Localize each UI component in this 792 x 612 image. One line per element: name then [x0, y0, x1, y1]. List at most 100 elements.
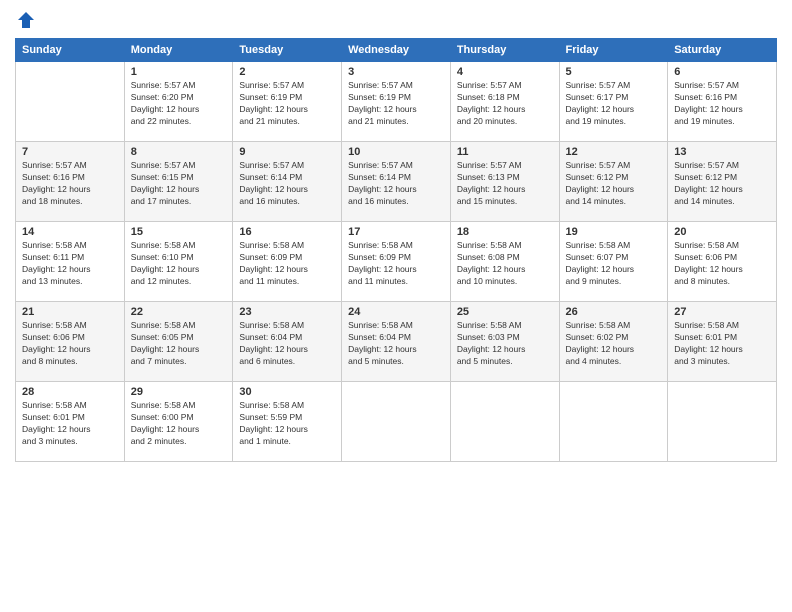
day-number: 29 — [131, 386, 227, 398]
day-info: Sunrise: 5:58 AM Sunset: 6:11 PM Dayligh… — [22, 240, 118, 288]
calendar-cell: 20 Sunrise: 5:58 AM Sunset: 6:06 PM Dayli… — [668, 222, 777, 302]
week-row-3: 14 Sunrise: 5:58 AM Sunset: 6:11 PM Dayli… — [16, 222, 777, 302]
day-info: Sunrise: 5:58 AM Sunset: 6:10 PM Dayligh… — [131, 240, 227, 288]
calendar-cell: 16 Sunrise: 5:58 AM Sunset: 6:09 PM Dayli… — [233, 222, 342, 302]
day-info: Sunrise: 5:57 AM Sunset: 6:16 PM Dayligh… — [674, 80, 770, 128]
header — [15, 10, 777, 30]
day-info: Sunrise: 5:58 AM Sunset: 6:06 PM Dayligh… — [22, 320, 118, 368]
day-info: Sunrise: 5:58 AM Sunset: 6:03 PM Dayligh… — [457, 320, 553, 368]
calendar-cell — [668, 382, 777, 462]
calendar-cell: 25 Sunrise: 5:58 AM Sunset: 6:03 PM Dayli… — [450, 302, 559, 382]
day-number: 7 — [22, 146, 118, 158]
day-info: Sunrise: 5:58 AM Sunset: 6:07 PM Dayligh… — [566, 240, 662, 288]
week-row-4: 21 Sunrise: 5:58 AM Sunset: 6:06 PM Dayli… — [16, 302, 777, 382]
calendar-cell: 5 Sunrise: 5:57 AM Sunset: 6:17 PM Daylig… — [559, 62, 668, 142]
day-info: Sunrise: 5:57 AM Sunset: 6:14 PM Dayligh… — [348, 160, 444, 208]
calendar-cell — [16, 62, 125, 142]
weekday-header-saturday: Saturday — [668, 39, 777, 62]
weekday-header-wednesday: Wednesday — [342, 39, 451, 62]
calendar-cell: 1Sunrise: 5:57 AM Sunset: 6:20 PM Daylig… — [124, 62, 233, 142]
day-number: 19 — [566, 226, 662, 238]
day-info: Sunrise: 5:57 AM Sunset: 6:15 PM Dayligh… — [131, 160, 227, 208]
calendar-cell: 4 Sunrise: 5:57 AM Sunset: 6:18 PM Daylig… — [450, 62, 559, 142]
calendar-cell: 30Sunrise: 5:58 AM Sunset: 5:59 PM Dayli… — [233, 382, 342, 462]
day-number: 26 — [566, 306, 662, 318]
weekday-header-thursday: Thursday — [450, 39, 559, 62]
day-info: Sunrise: 5:58 AM Sunset: 6:04 PM Dayligh… — [348, 320, 444, 368]
day-number: 24 — [348, 306, 444, 318]
page: SundayMondayTuesdayWednesdayThursdayFrid… — [0, 0, 792, 612]
calendar-cell: 29 Sunrise: 5:58 AM Sunset: 6:00 PM Dayli… — [124, 382, 233, 462]
calendar-cell: 17Sunrise: 5:58 AM Sunset: 6:09 PM Dayli… — [342, 222, 451, 302]
day-number: 3 — [348, 66, 444, 78]
day-number: 20 — [674, 226, 770, 238]
day-number: 8 — [131, 146, 227, 158]
calendar-cell: 24 Sunrise: 5:58 AM Sunset: 6:04 PM Dayli… — [342, 302, 451, 382]
day-number: 1 — [131, 66, 227, 78]
calendar-cell: 28 Sunrise: 5:58 AM Sunset: 6:01 PM Dayli… — [16, 382, 125, 462]
day-number: 14 — [22, 226, 118, 238]
calendar-cell: 9 Sunrise: 5:57 AM Sunset: 6:14 PM Daylig… — [233, 142, 342, 222]
day-info: Sunrise: 5:58 AM Sunset: 6:05 PM Dayligh… — [131, 320, 227, 368]
day-number: 13 — [674, 146, 770, 158]
day-number: 10 — [348, 146, 444, 158]
calendar-cell: 22 Sunrise: 5:58 AM Sunset: 6:05 PM Dayli… — [124, 302, 233, 382]
calendar-cell: 7 Sunrise: 5:57 AM Sunset: 6:16 PM Daylig… — [16, 142, 125, 222]
day-info: Sunrise: 5:58 AM Sunset: 6:09 PM Dayligh… — [348, 240, 444, 288]
calendar-cell: 19 Sunrise: 5:58 AM Sunset: 6:07 PM Dayli… — [559, 222, 668, 302]
day-number: 25 — [457, 306, 553, 318]
calendar-cell — [342, 382, 451, 462]
logo — [15, 10, 36, 30]
calendar-table: SundayMondayTuesdayWednesdayThursdayFrid… — [15, 38, 777, 462]
calendar-cell: 27 Sunrise: 5:58 AM Sunset: 6:01 PM Dayli… — [668, 302, 777, 382]
day-number: 22 — [131, 306, 227, 318]
weekday-header-monday: Monday — [124, 39, 233, 62]
day-info: Sunrise: 5:58 AM Sunset: 6:02 PM Dayligh… — [566, 320, 662, 368]
calendar-cell: 13Sunrise: 5:57 AM Sunset: 6:12 PM Dayli… — [668, 142, 777, 222]
day-number: 4 — [457, 66, 553, 78]
day-info: Sunrise: 5:58 AM Sunset: 5:59 PM Dayligh… — [239, 400, 335, 448]
day-number: 21 — [22, 306, 118, 318]
calendar-cell: 14 Sunrise: 5:58 AM Sunset: 6:11 PM Dayli… — [16, 222, 125, 302]
day-number: 11 — [457, 146, 553, 158]
calendar-cell: 6 Sunrise: 5:57 AM Sunset: 6:16 PM Daylig… — [668, 62, 777, 142]
day-info: Sunrise: 5:58 AM Sunset: 6:04 PM Dayligh… — [239, 320, 335, 368]
day-info: Sunrise: 5:57 AM Sunset: 6:16 PM Dayligh… — [22, 160, 118, 208]
calendar-cell: 10 Sunrise: 5:57 AM Sunset: 6:14 PM Dayli… — [342, 142, 451, 222]
logo-text — [15, 10, 36, 32]
calendar-cell — [559, 382, 668, 462]
calendar-cell — [450, 382, 559, 462]
calendar-cell: 21 Sunrise: 5:58 AM Sunset: 6:06 PM Dayli… — [16, 302, 125, 382]
day-number: 28 — [22, 386, 118, 398]
calendar-cell: 23 Sunrise: 5:58 AM Sunset: 6:04 PM Dayli… — [233, 302, 342, 382]
day-number: 27 — [674, 306, 770, 318]
day-info: Sunrise: 5:57 AM Sunset: 6:14 PM Dayligh… — [239, 160, 335, 208]
calendar-cell: 15 Sunrise: 5:58 AM Sunset: 6:10 PM Dayli… — [124, 222, 233, 302]
day-info: Sunrise: 5:58 AM Sunset: 6:08 PM Dayligh… — [457, 240, 553, 288]
day-info: Sunrise: 5:58 AM Sunset: 6:00 PM Dayligh… — [131, 400, 227, 448]
day-number: 18 — [457, 226, 553, 238]
day-info: Sunrise: 5:57 AM Sunset: 6:17 PM Dayligh… — [566, 80, 662, 128]
day-number: 15 — [131, 226, 227, 238]
week-row-2: 7 Sunrise: 5:57 AM Sunset: 6:16 PM Daylig… — [16, 142, 777, 222]
day-number: 6 — [674, 66, 770, 78]
day-info: Sunrise: 5:57 AM Sunset: 6:13 PM Dayligh… — [457, 160, 553, 208]
day-number: 16 — [239, 226, 335, 238]
day-info: Sunrise: 5:57 AM Sunset: 6:12 PM Dayligh… — [566, 160, 662, 208]
day-info: Sunrise: 5:58 AM Sunset: 6:06 PM Dayligh… — [674, 240, 770, 288]
day-info: Sunrise: 5:58 AM Sunset: 6:01 PM Dayligh… — [674, 320, 770, 368]
week-row-1: 1Sunrise: 5:57 AM Sunset: 6:20 PM Daylig… — [16, 62, 777, 142]
day-number: 5 — [566, 66, 662, 78]
day-number: 9 — [239, 146, 335, 158]
weekday-header-row: SundayMondayTuesdayWednesdayThursdayFrid… — [16, 39, 777, 62]
calendar-cell: 11 Sunrise: 5:57 AM Sunset: 6:13 PM Dayli… — [450, 142, 559, 222]
day-info: Sunrise: 5:58 AM Sunset: 6:01 PM Dayligh… — [22, 400, 118, 448]
day-info: Sunrise: 5:58 AM Sunset: 6:09 PM Dayligh… — [239, 240, 335, 288]
day-number: 2 — [239, 66, 335, 78]
weekday-header-tuesday: Tuesday — [233, 39, 342, 62]
day-number: 23 — [239, 306, 335, 318]
day-info: Sunrise: 5:57 AM Sunset: 6:18 PM Dayligh… — [457, 80, 553, 128]
day-info: Sunrise: 5:57 AM Sunset: 6:19 PM Dayligh… — [239, 80, 335, 128]
calendar-cell: 12Sunrise: 5:57 AM Sunset: 6:12 PM Dayli… — [559, 142, 668, 222]
logo-icon — [16, 10, 36, 30]
